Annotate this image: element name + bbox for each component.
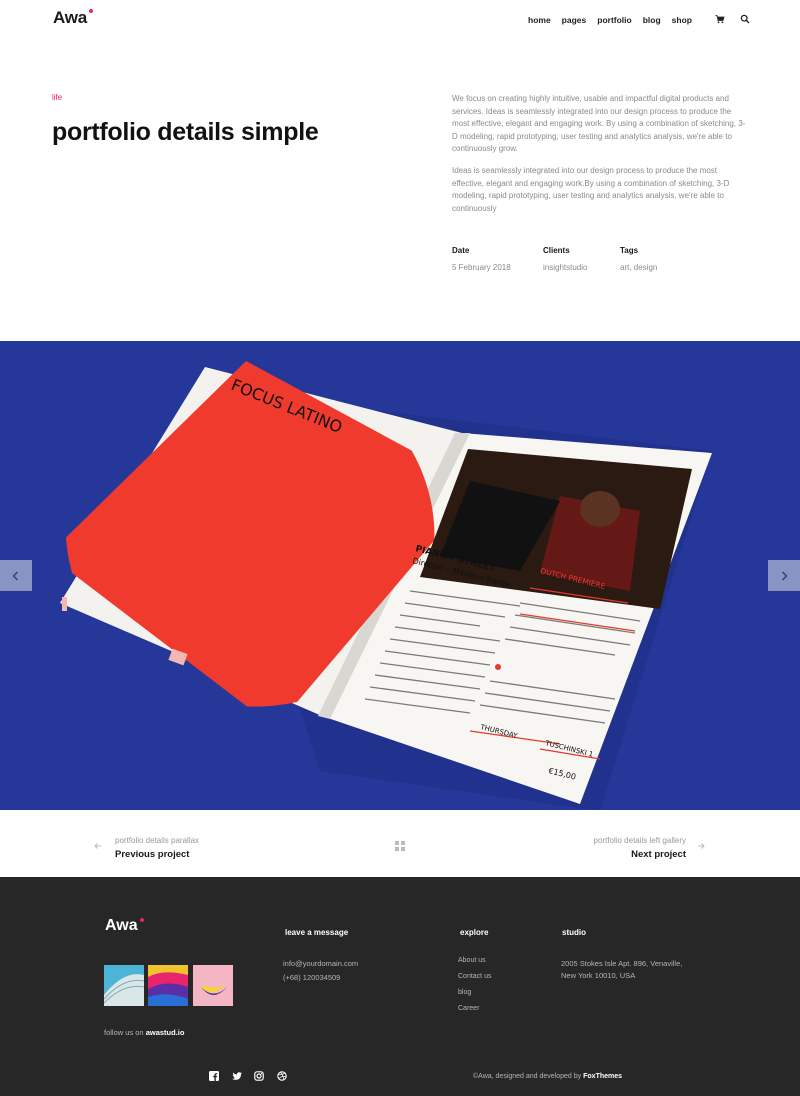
footer-logo-dot bbox=[139, 918, 144, 922]
meta-tags: Tags art, design bbox=[620, 246, 657, 272]
meta-clients-label: Clients bbox=[543, 246, 570, 255]
twitter-icon[interactable] bbox=[232, 1071, 242, 1081]
meta-date-label: Date bbox=[452, 246, 470, 255]
next-project-link[interactable]: portfolio details left gallery Next proj… bbox=[594, 836, 687, 860]
intro-paragraph-1: We focus on creating highly intuitive, u… bbox=[452, 94, 746, 154]
logo-dot bbox=[89, 9, 94, 13]
footer-phone[interactable]: (+68) 120034509 bbox=[283, 972, 340, 984]
instagram-icon[interactable] bbox=[254, 1071, 264, 1081]
magazine-illustration: FOCUS LATINO PIANIST STREET Director – M… bbox=[60, 355, 712, 810]
category-label[interactable]: life bbox=[52, 93, 62, 102]
main-nav: home pages portfolio blog shop bbox=[528, 15, 703, 25]
arrow-right-icon bbox=[698, 843, 705, 849]
cart-icon[interactable] bbox=[715, 14, 725, 24]
nav-portfolio[interactable]: portfolio bbox=[597, 15, 633, 25]
intro-paragraph-2: Ideas is seamlessly integrated into our … bbox=[452, 166, 730, 213]
footer-address-line-2: New York 10010, USA bbox=[561, 971, 636, 980]
footer-logo[interactable]: Awa bbox=[105, 917, 144, 935]
previous-project-label: Previous project bbox=[115, 849, 190, 860]
prev-slide-button[interactable] bbox=[0, 560, 32, 591]
footer-link-blog[interactable]: blog bbox=[458, 989, 471, 996]
copyright-text: ©Awa, designed and developed by bbox=[473, 1073, 584, 1080]
footer-message-title: leave a message bbox=[285, 928, 349, 937]
meta-tags-label: Tags bbox=[620, 246, 639, 255]
meta-tags-value[interactable]: art, design bbox=[620, 263, 657, 272]
follow-us: follow us on awastud.io bbox=[104, 1027, 184, 1039]
chevron-right-icon bbox=[782, 571, 788, 580]
facebook-icon[interactable] bbox=[209, 1071, 219, 1081]
search-icon[interactable] bbox=[740, 14, 750, 24]
meta-clients-value: insightstudio bbox=[543, 263, 588, 272]
next-project-name: portfolio details left gallery bbox=[593, 836, 687, 845]
next-project-label: Next project bbox=[631, 849, 686, 860]
copyright-brand[interactable]: FoxThemes bbox=[583, 1073, 622, 1080]
instagram-thumb-1[interactable] bbox=[104, 965, 144, 1006]
page-title: portfolio details simple bbox=[52, 118, 319, 146]
meta-clients: Clients insightstudio bbox=[543, 246, 587, 272]
arrow-left-icon bbox=[94, 843, 101, 849]
nav-home[interactable]: home bbox=[528, 15, 551, 25]
footer-link-career[interactable]: Career bbox=[458, 1005, 479, 1012]
nav-shop[interactable]: shop bbox=[672, 15, 692, 25]
follow-prefix: follow us on bbox=[104, 1028, 146, 1037]
copyright: ©Awa, designed and developed by FoxTheme… bbox=[473, 1073, 622, 1080]
dribbble-icon[interactable] bbox=[277, 1071, 287, 1081]
footer-address-line-1: 2005 Stokes Isle Apt. 896, Venaville, bbox=[561, 959, 683, 968]
footer-link-about[interactable]: About us bbox=[458, 957, 486, 964]
instagram-thumb-2[interactable] bbox=[148, 965, 188, 1006]
hero-image: FOCUS LATINO PIANIST STREET Director – M… bbox=[0, 341, 800, 810]
footer-explore-title: explore bbox=[460, 928, 489, 937]
banana-thumbnail bbox=[193, 965, 233, 1006]
meta-date: Date 5 February 2018 bbox=[452, 246, 511, 272]
site-logo[interactable]: Awa bbox=[53, 8, 94, 28]
footer-link-contact[interactable]: Contact us bbox=[458, 973, 491, 980]
instagram-thumb-3[interactable] bbox=[193, 965, 233, 1006]
previous-project-link[interactable]: portfolio details parallax Previous proj… bbox=[115, 836, 199, 860]
meta-date-value: 5 February 2018 bbox=[452, 263, 511, 272]
architecture-thumbnail bbox=[104, 965, 144, 1006]
nav-blog[interactable]: blog bbox=[643, 15, 661, 25]
nav-pages[interactable]: pages bbox=[562, 15, 587, 25]
follow-handle[interactable]: awastud.io bbox=[146, 1028, 185, 1037]
footer-email[interactable]: info@yourdomain.com bbox=[283, 958, 358, 970]
footer-studio-title: studio bbox=[562, 928, 586, 937]
chevron-left-icon bbox=[12, 571, 18, 580]
site-footer: Awa follow us on awastud.io leave a mess… bbox=[0, 877, 800, 1096]
next-slide-button[interactable] bbox=[768, 560, 800, 591]
gradient-thumbnail bbox=[148, 965, 188, 1006]
previous-project-name: portfolio details parallax bbox=[115, 836, 200, 845]
grid-icon[interactable] bbox=[395, 841, 405, 851]
